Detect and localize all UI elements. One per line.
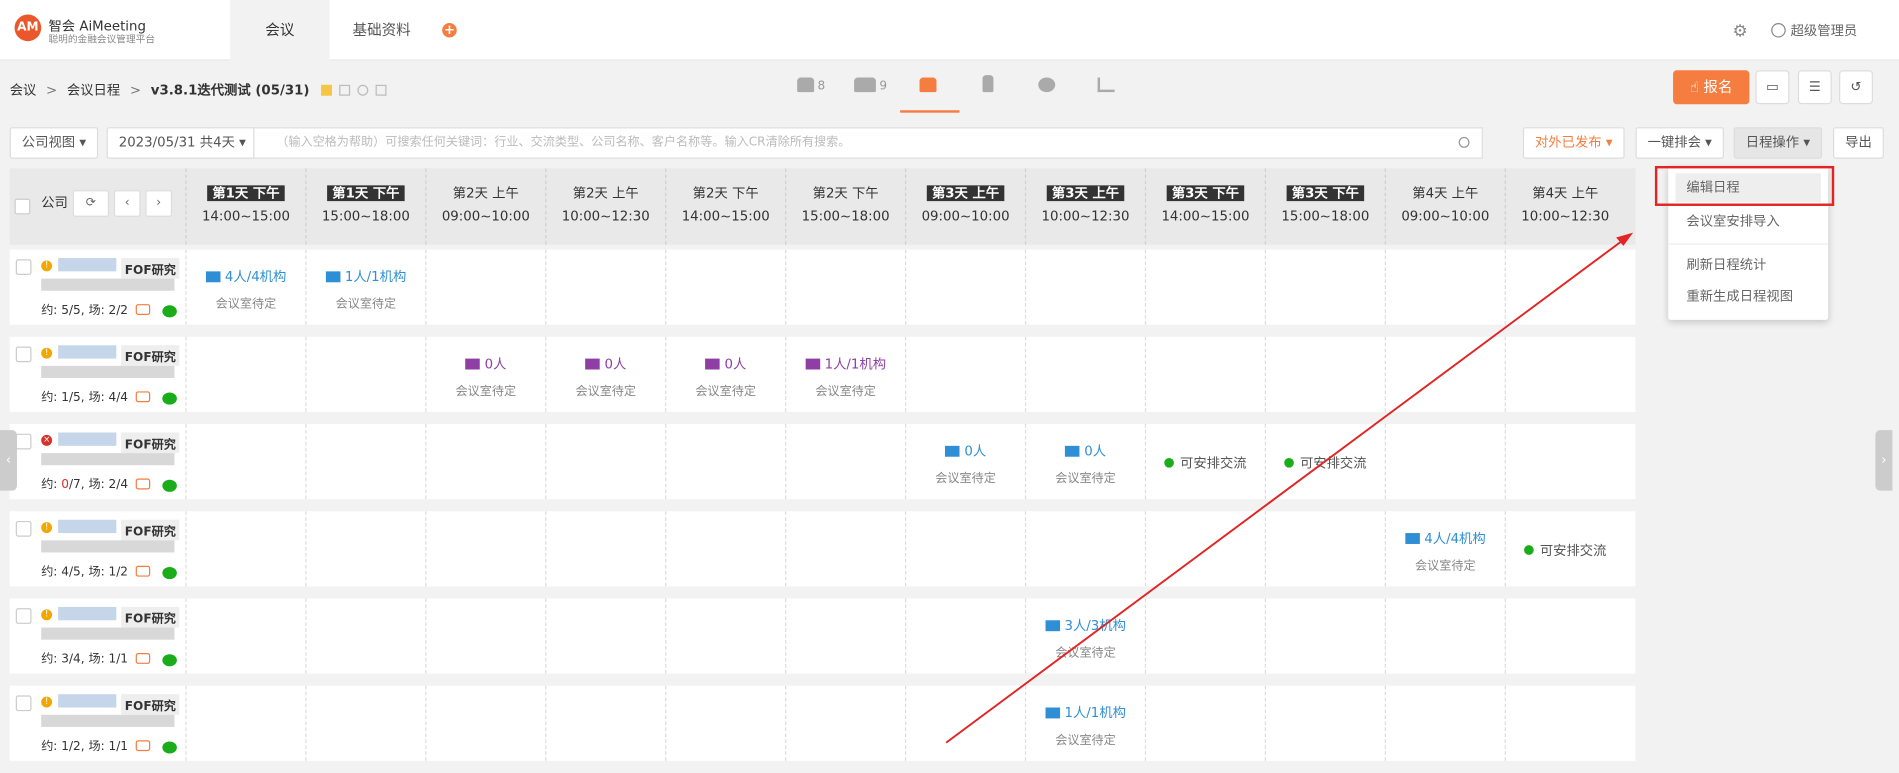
annotation-arrow: [945, 232, 1634, 744]
